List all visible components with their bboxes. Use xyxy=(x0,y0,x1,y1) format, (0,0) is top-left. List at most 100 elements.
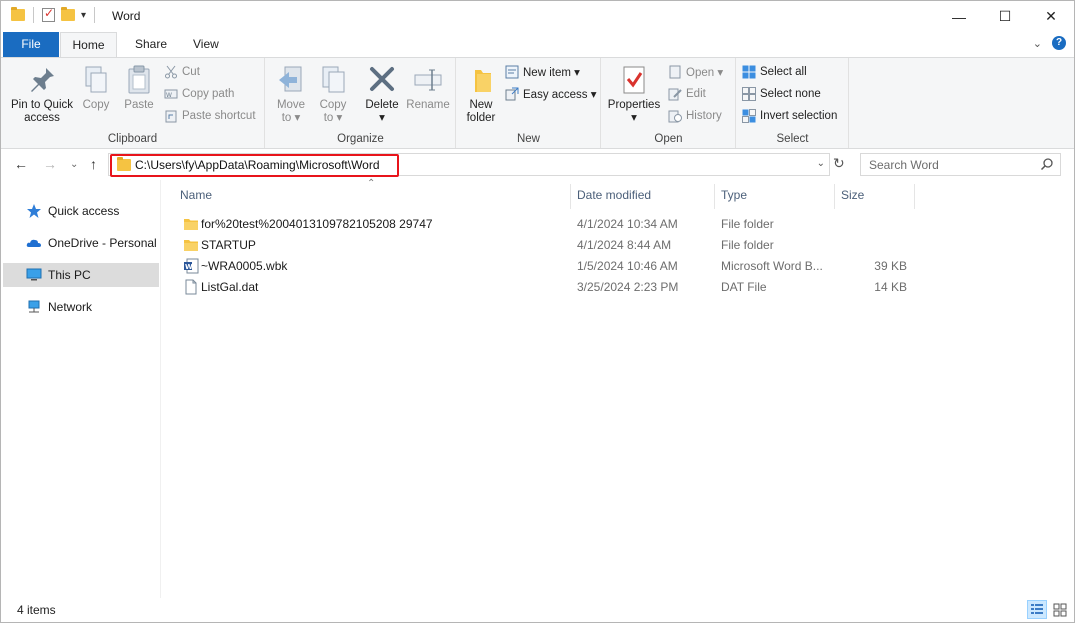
easy-access-button[interactable]: Easy access ▾ xyxy=(505,85,597,103)
new-item-label: New item ▾ xyxy=(523,67,580,79)
paste-shortcut-button[interactable]: Paste shortcut xyxy=(164,107,256,125)
tab-file[interactable]: File xyxy=(3,32,59,57)
move-to-button[interactable]: Move to ▾ xyxy=(271,64,311,125)
address-highlight-box xyxy=(110,154,399,177)
column-header-date-modified[interactable]: Date modified xyxy=(577,182,715,209)
properties-dropdown-arrow[interactable]: ▾ xyxy=(606,112,662,125)
details-view-icon[interactable] xyxy=(1027,600,1047,619)
column-header-type[interactable]: Type xyxy=(721,182,833,209)
history-button[interactable]: History xyxy=(668,107,722,125)
select-none-button[interactable]: Select none xyxy=(742,85,821,103)
table-row[interactable]: STARTUP 4/1/2024 8:44 AM File folder xyxy=(171,235,911,256)
search-box[interactable]: Search Word xyxy=(860,153,1061,176)
new-folder-icon xyxy=(465,64,497,96)
toolbar-separator xyxy=(33,7,34,23)
select-group-label: Select xyxy=(776,133,809,145)
up-arrow-icon[interactable]: ↑ xyxy=(90,156,97,172)
properties-qat-icon[interactable] xyxy=(42,6,55,22)
collapse-ribbon-chevron-icon[interactable]: ⌄ xyxy=(1033,37,1042,50)
customize-qat-dropdown[interactable]: ▾ xyxy=(81,10,86,21)
copy-to-button[interactable]: Copy to ▾ xyxy=(313,64,353,125)
file-type: DAT File xyxy=(721,280,767,294)
close-button[interactable]: ✕ xyxy=(1028,1,1074,32)
folder-icon xyxy=(11,7,25,21)
nav-item-onedrive[interactable]: OneDrive - Personal xyxy=(3,231,159,255)
copy-path-button[interactable]: W Copy path xyxy=(164,85,234,103)
column-separator[interactable] xyxy=(570,184,571,209)
file-size: 39 KB xyxy=(874,259,907,273)
new-folder-button[interactable]: New folder xyxy=(461,64,501,125)
copy-to-icon xyxy=(317,64,349,96)
nav-item-label: Quick access xyxy=(48,204,120,218)
file-name: ~WRA0005.wbk xyxy=(201,259,288,273)
file-date: 1/5/2024 10:46 AM xyxy=(577,259,678,273)
explorer-window: ▾ Word — ☐ ✕ File Home Share View ⌄ ? Pi… xyxy=(0,0,1075,623)
select-none-icon xyxy=(742,87,756,101)
paste-label: Paste xyxy=(124,99,154,111)
toolbar-separator xyxy=(94,7,96,23)
nav-item-network[interactable]: Network xyxy=(3,295,159,319)
rename-button[interactable]: Rename xyxy=(405,64,451,112)
cut-button[interactable]: Cut xyxy=(164,63,200,81)
delete-button[interactable]: Delete ▾ xyxy=(362,64,402,125)
select-none-label: Select none xyxy=(760,88,821,100)
new-folder-qat-icon[interactable] xyxy=(61,7,75,21)
copy-path-icon: W xyxy=(164,87,178,101)
window-controls: — ☐ ✕ xyxy=(936,1,1074,32)
clipboard-icon xyxy=(123,64,155,96)
nav-item-quick-access[interactable]: Quick access xyxy=(3,199,159,223)
history-label: History xyxy=(686,110,722,122)
properties-checkmark-icon xyxy=(618,64,650,96)
status-bar: 4 items xyxy=(1,598,1074,622)
recent-locations-chevron-icon[interactable]: ⌄ xyxy=(70,159,78,170)
scissors-icon xyxy=(164,65,178,79)
invert-selection-button[interactable]: Invert selection xyxy=(742,107,837,125)
item-count: 4 items xyxy=(17,603,56,617)
edit-pencil-icon xyxy=(668,87,682,101)
folder-icon xyxy=(183,237,199,253)
invert-selection-label: Invert selection xyxy=(760,110,838,122)
new-item-button[interactable]: New item ▾ xyxy=(505,63,580,81)
help-icon[interactable]: ? xyxy=(1052,36,1066,50)
minimize-button[interactable]: — xyxy=(936,1,982,32)
open-label: Open ▾ xyxy=(686,67,724,79)
navigation-pane: Quick access OneDrive - Personal This PC… xyxy=(1,180,161,598)
column-separator[interactable] xyxy=(914,184,915,209)
pin-icon xyxy=(26,64,58,96)
delete-dropdown-arrow[interactable]: ▾ xyxy=(362,112,402,125)
back-arrow-icon[interactable]: ← xyxy=(14,156,28,172)
copy-to-label-line1: Copy xyxy=(319,99,347,111)
table-row[interactable]: ListGal.dat 3/25/2024 2:23 PM DAT File 1… xyxy=(171,277,911,298)
copy-path-label: Copy path xyxy=(182,88,235,100)
refresh-icon[interactable]: ↻ xyxy=(833,155,845,172)
properties-label: Properties xyxy=(607,99,661,111)
select-all-button[interactable]: Select all xyxy=(742,63,807,81)
title-bar: ▾ Word — ☐ ✕ xyxy=(1,1,1074,32)
column-separator[interactable] xyxy=(714,184,715,209)
word-doc-icon: W xyxy=(183,258,199,274)
search-icon xyxy=(1040,157,1054,171)
table-row[interactable]: for%20test%2004013109782105208 29747 4/1… xyxy=(171,214,911,235)
edit-button[interactable]: Edit xyxy=(668,85,706,103)
address-bar[interactable]: C:\Users\fy\AppData\Roaming\Microsoft\Wo… xyxy=(108,153,830,177)
large-icons-view-icon[interactable] xyxy=(1050,600,1070,619)
tab-share[interactable]: Share xyxy=(121,32,181,57)
column-header-name[interactable]: Name xyxy=(180,182,570,209)
paste-button[interactable]: Paste xyxy=(120,64,158,112)
table-row[interactable]: W ~WRA0005.wbk 1/5/2024 10:46 AM Microso… xyxy=(171,256,911,277)
cut-label: Cut xyxy=(182,66,200,78)
pin-to-quick-access-button[interactable]: Pin to Quick access xyxy=(7,64,77,125)
nav-item-this-pc[interactable]: This PC xyxy=(3,263,159,287)
tab-view[interactable]: View xyxy=(179,32,233,57)
tab-home[interactable]: Home xyxy=(60,32,117,58)
open-group-label: Open xyxy=(654,133,683,145)
open-button[interactable]: Open ▾ xyxy=(668,63,723,81)
maximize-button[interactable]: ☐ xyxy=(982,1,1028,32)
copy-button[interactable]: Copy xyxy=(78,64,114,112)
column-separator[interactable] xyxy=(834,184,835,209)
forward-arrow-icon[interactable]: → xyxy=(43,156,57,172)
column-header-size[interactable]: Size xyxy=(841,182,911,209)
new-folder-label-line2: folder xyxy=(466,112,496,124)
properties-button[interactable]: Properties ▾ xyxy=(606,64,662,125)
address-dropdown-chevron-icon[interactable]: ⌄ xyxy=(817,158,825,169)
